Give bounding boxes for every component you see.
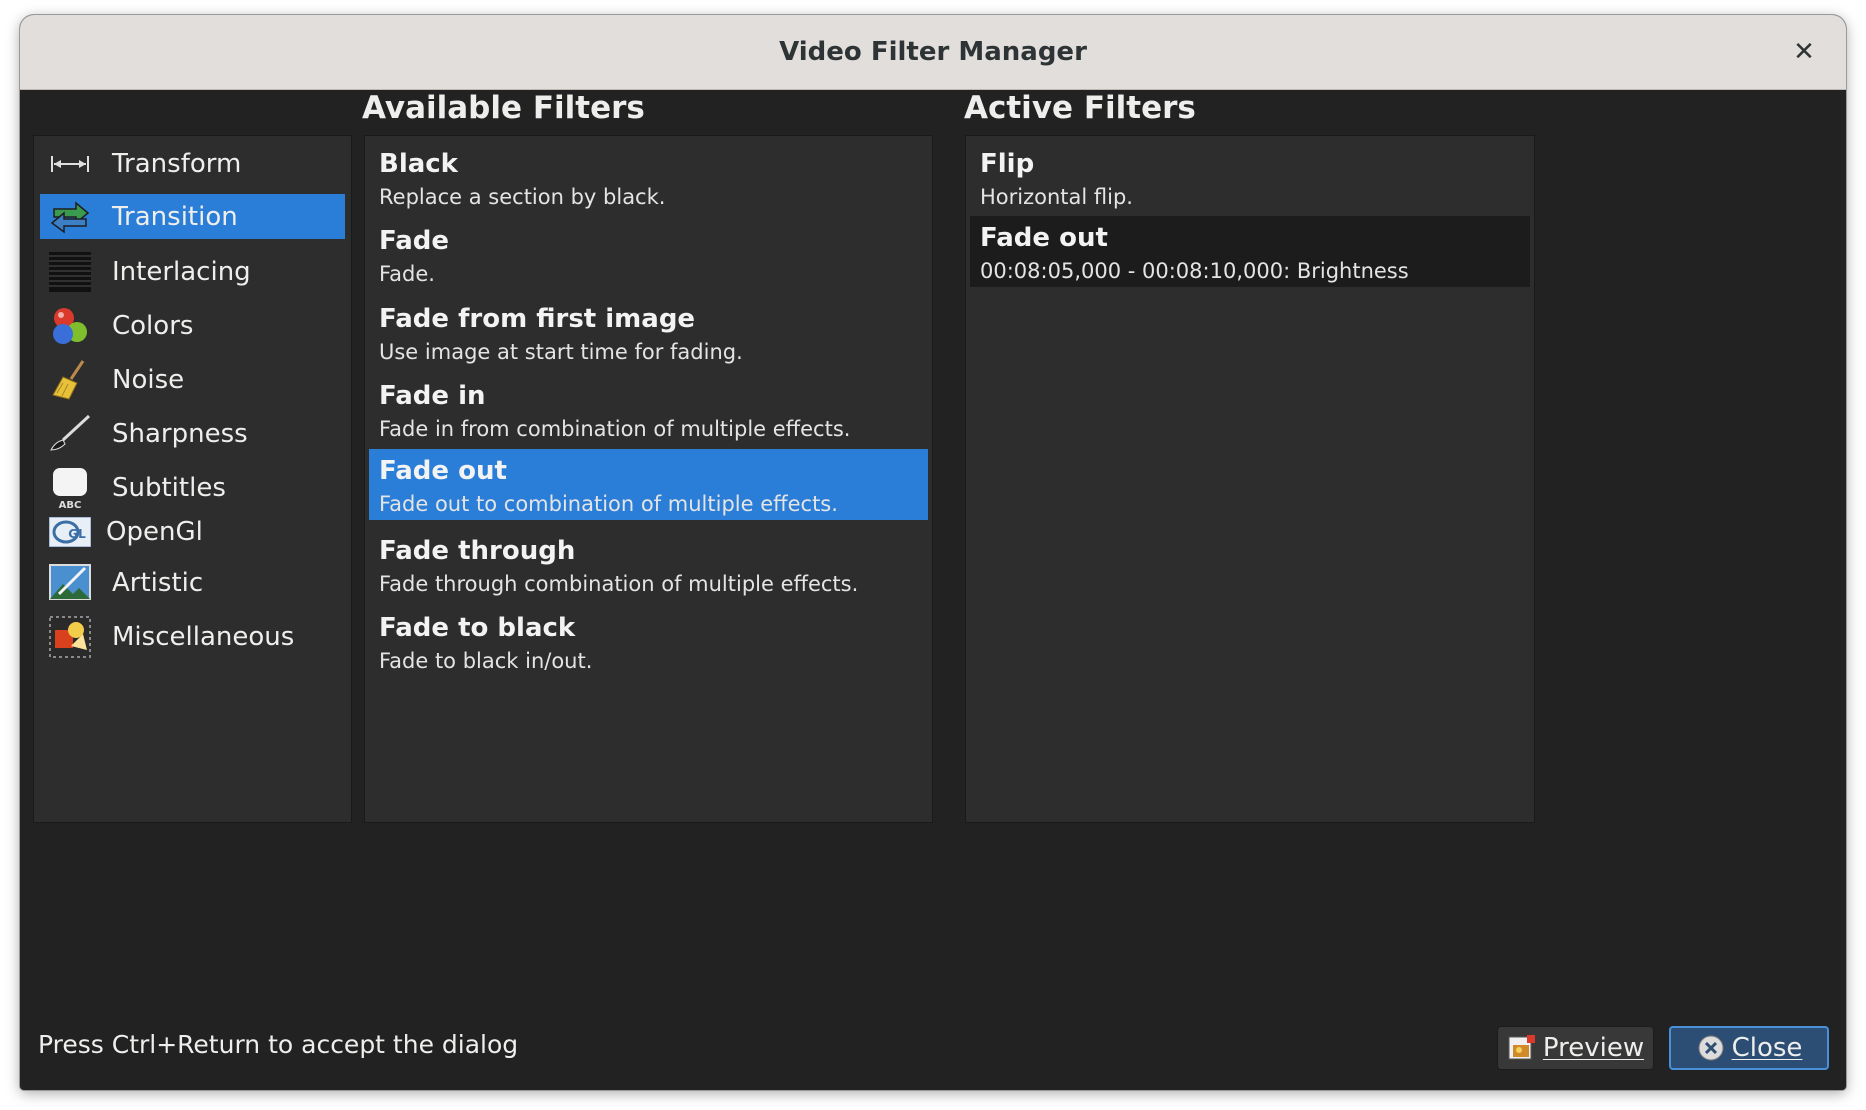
available-filter-item-fade-to-black[interactable]: Fade to black Fade to black in/out.: [369, 600, 928, 684]
interlacing-icon: [46, 248, 94, 296]
category-label: Sharpness: [112, 419, 248, 449]
transition-icon: [46, 193, 94, 241]
category-list[interactable]: Transform Transition Interlacing Colors …: [33, 135, 352, 823]
filter-description: 00:08:05,000 - 00:08:10,000: Brightness: [980, 259, 1409, 283]
filter-name: Fade in: [379, 381, 486, 411]
preview-button-label: Preview: [1542, 1033, 1645, 1063]
category-label: Interlacing: [112, 257, 251, 287]
filter-description: Fade to black in/out.: [379, 649, 593, 673]
category-item-transform[interactable]: Transform: [40, 138, 345, 190]
filter-description: Replace a section by black.: [379, 185, 666, 209]
category-label: Colors: [112, 311, 194, 341]
window-close-icon[interactable]: ✕: [1784, 32, 1824, 72]
category-item-sharpness[interactable]: Sharpness: [40, 408, 345, 460]
active-filter-item-flip[interactable]: Flip Horizontal flip.: [970, 136, 1530, 220]
available-filter-item-fade-from-first-image[interactable]: Fade from first image Use image at start…: [369, 291, 928, 375]
category-label: Transform: [112, 149, 242, 179]
opengl-icon: GL: [46, 508, 94, 556]
category-label: Transition: [112, 201, 238, 232]
active-filters-heading: Active Filters: [964, 90, 1196, 126]
active-filters-list[interactable]: Flip Horizontal flip. Fade out 00:08:05,…: [965, 135, 1535, 823]
filter-description: Fade through combination of multiple eff…: [379, 572, 859, 596]
category-item-miscellaneous[interactable]: Miscellaneous: [40, 611, 345, 663]
category-label: Miscellaneous: [112, 622, 295, 652]
category-item-colors[interactable]: Colors: [40, 300, 345, 352]
filter-name: Fade to black: [379, 613, 576, 643]
filter-description: Fade in from combination of multiple eff…: [379, 417, 851, 441]
category-label: Subtitles: [112, 473, 226, 503]
filter-name: Fade through: [379, 536, 576, 566]
available-filter-item-fade-out[interactable]: Fade out Fade out to combination of mult…: [369, 449, 928, 520]
filter-description: Use image at start time for fading.: [379, 340, 743, 364]
colors-icon: [46, 302, 94, 350]
filter-description: Horizontal flip.: [980, 185, 1133, 209]
filter-name: Fade from first image: [379, 304, 696, 334]
preview-button[interactable]: Preview: [1497, 1026, 1654, 1070]
close-button[interactable]: Close: [1669, 1026, 1829, 1070]
keyboard-hint: Press Ctrl+Return to accept the dialog: [38, 1030, 519, 1059]
category-item-transition[interactable]: Transition: [40, 194, 345, 239]
filter-description: Fade out to combination of multiple effe…: [379, 492, 838, 516]
close-button-label: Close: [1731, 1033, 1803, 1063]
svg-text:GL: GL: [68, 527, 86, 541]
available-filter-item-fade-through[interactable]: Fade through Fade through combination of…: [369, 523, 928, 607]
subtitles-icon: ABC: [46, 464, 94, 512]
active-filter-item-fade-out[interactable]: Fade out 00:08:05,000 - 00:08:10,000: Br…: [970, 216, 1530, 287]
category-label: Noise: [112, 365, 185, 395]
title-bar: Video Filter Manager ✕: [20, 15, 1846, 90]
noise-broom-icon: [46, 356, 94, 404]
available-filter-item-fade[interactable]: Fade Fade.: [369, 213, 928, 297]
video-filter-manager-dialog: Video Filter Manager ✕ Available Filters…: [20, 15, 1846, 1090]
dialog-title: Video Filter Manager: [779, 37, 1087, 67]
filter-name: Fade: [379, 226, 450, 256]
filter-name: Black: [379, 149, 458, 179]
filter-name: Fade out: [980, 223, 1108, 253]
artistic-icon: [46, 559, 94, 607]
available-filter-item-fade-in[interactable]: Fade in Fade in from combination of mult…: [369, 368, 928, 452]
category-label: Artistic: [112, 568, 204, 598]
category-item-noise[interactable]: Noise: [40, 354, 345, 406]
miscellaneous-icon: [46, 613, 94, 661]
category-item-artistic[interactable]: Artistic: [40, 557, 345, 609]
category-label: OpenGl: [106, 517, 203, 547]
available-filters-heading: Available Filters: [362, 90, 645, 126]
available-filters-list[interactable]: Black Replace a section by black. Fade F…: [364, 135, 933, 823]
filter-name: Fade out: [379, 456, 507, 486]
available-filter-item-black[interactable]: Black Replace a section by black.: [369, 136, 928, 220]
preview-film-icon: [1507, 1033, 1537, 1063]
category-item-subtitles[interactable]: ABC Subtitles: [40, 462, 345, 514]
category-item-opengl[interactable]: GL OpenGl: [40, 510, 345, 554]
filter-description: Fade.: [379, 262, 435, 286]
category-item-interlacing[interactable]: Interlacing: [40, 246, 345, 298]
close-circle-icon: [1696, 1033, 1726, 1063]
filter-name: Flip: [980, 149, 1035, 179]
transform-icon: [46, 140, 94, 188]
sharpness-brush-icon: [46, 410, 94, 458]
